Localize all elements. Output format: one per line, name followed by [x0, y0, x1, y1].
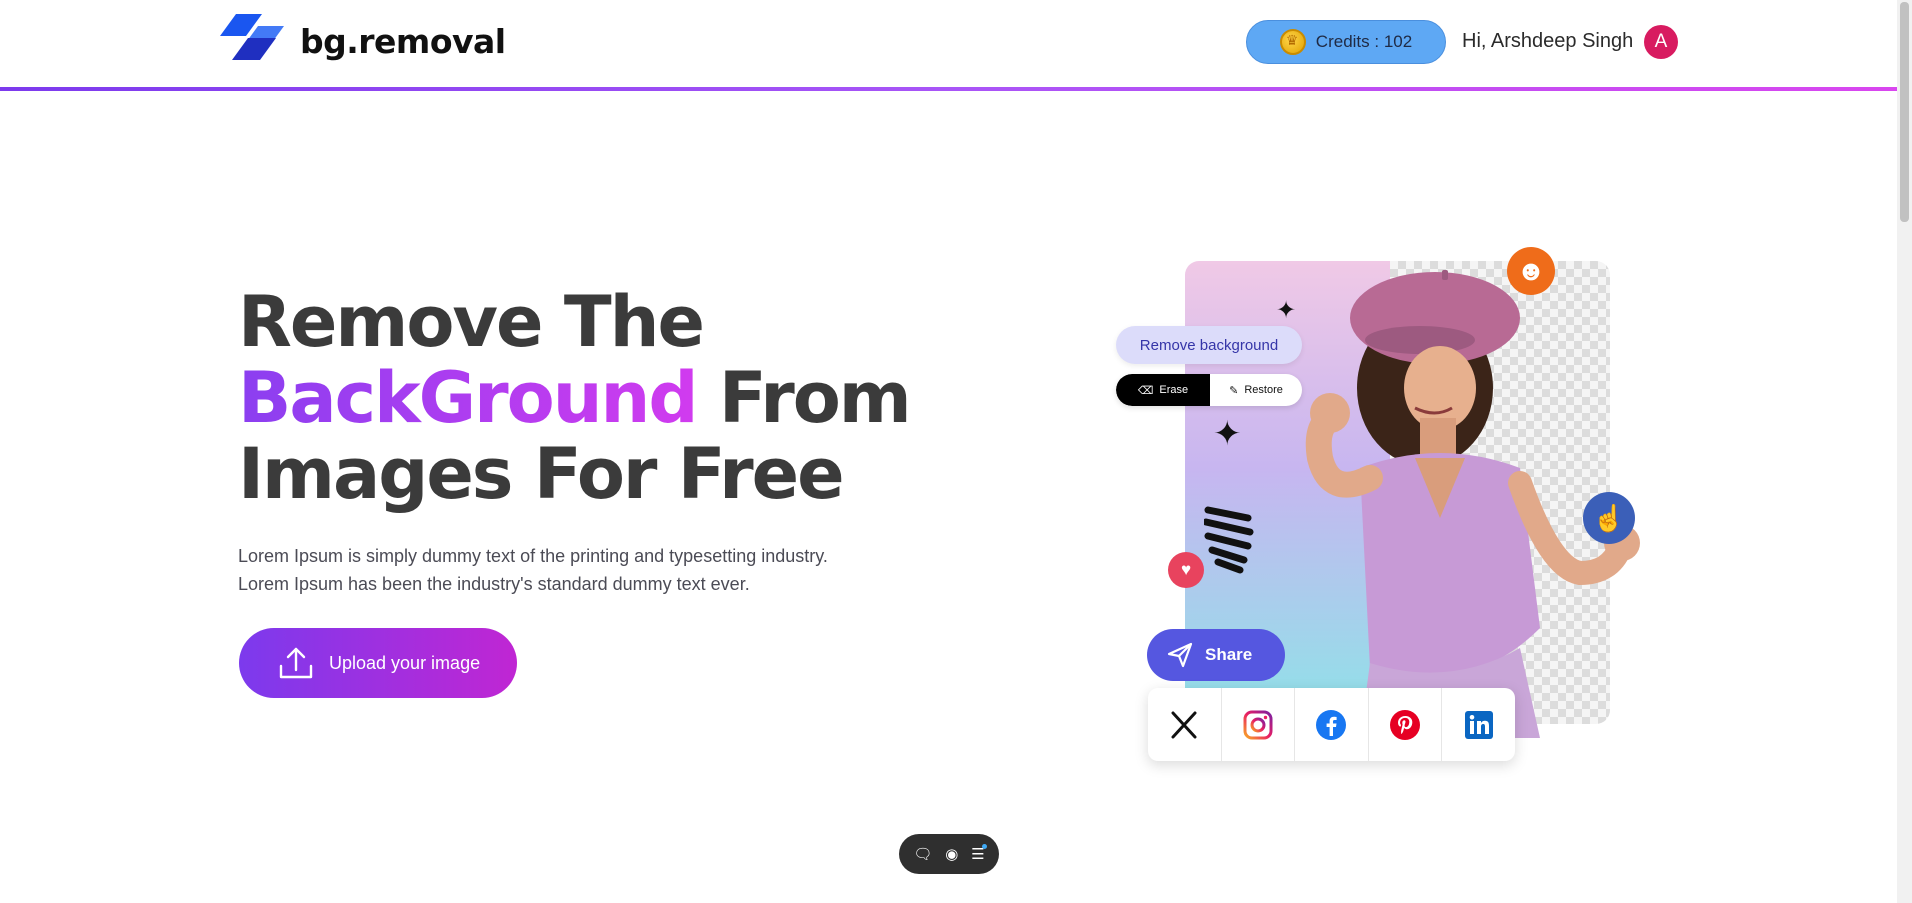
hero-description-line1: Lorem Ipsum is simply dummy text of the …: [238, 546, 828, 566]
avatar[interactable]: A: [1644, 25, 1678, 59]
social-share-bar: [1148, 688, 1515, 761]
linkedin-icon: [1464, 710, 1493, 739]
chat-icon[interactable]: 🗨: [913, 845, 932, 863]
instagram-icon: [1243, 710, 1273, 739]
upload-image-button[interactable]: Upload your image: [239, 628, 517, 698]
hero-title-line1: Remove The: [238, 281, 705, 363]
hand-pointer-icon: ☝: [1583, 492, 1635, 544]
brush-icon: ✎: [1229, 384, 1239, 397]
hero-description: Lorem Ipsum is simply dummy text of the …: [238, 542, 878, 598]
pinterest-icon: [1390, 709, 1421, 740]
floating-toolbar: 🗨 ◉ ☰: [899, 834, 999, 874]
brand-logo[interactable]: bg.removal: [218, 14, 506, 68]
credits-label: Credits : 102: [1315, 32, 1413, 51]
social-linkedin[interactable]: [1442, 688, 1515, 761]
share-label: Share: [1205, 645, 1253, 664]
erase-label: Erase: [1159, 384, 1189, 396]
upload-icon: [279, 647, 313, 679]
social-pinterest[interactable]: [1369, 688, 1443, 761]
heart-icon: ♥: [1168, 552, 1204, 588]
hero-title-line3: Images For Free: [238, 433, 845, 515]
share-badge: Share: [1147, 629, 1285, 681]
toggle-icon[interactable]: ◉: [945, 845, 958, 863]
brand-name: bg.removal: [300, 21, 506, 61]
logo-mark-icon: [220, 14, 284, 60]
menu-icon[interactable]: ☰: [971, 844, 988, 863]
hero-title-line2: From: [696, 357, 912, 439]
sparkle-icon: ✦: [1276, 297, 1297, 324]
scribble-decoration: [1204, 506, 1254, 574]
top-navbar: bg.removal Credits : 102 Hi, Arshdeep Si…: [0, 0, 1897, 88]
header-divider: [0, 87, 1897, 91]
facebook-icon: [1316, 709, 1347, 740]
eraser-icon: ⌫: [1137, 384, 1154, 397]
upload-button-label: Upload your image: [329, 652, 481, 673]
restore-label: Restore: [1244, 384, 1283, 396]
social-x[interactable]: [1148, 688, 1222, 761]
send-icon: [1167, 642, 1193, 668]
erase-option: ⌫ Erase: [1116, 374, 1210, 406]
social-facebook[interactable]: [1295, 688, 1369, 761]
coin-icon: [1279, 29, 1306, 55]
sparkle-icon: ✦: [1213, 415, 1242, 453]
restore-option: ✎ Restore: [1210, 374, 1302, 406]
scrollbar-thumb[interactable]: [1900, 2, 1909, 222]
erase-restore-toggle: ⌫ Erase ✎ Restore: [1116, 374, 1302, 406]
credits-badge[interactable]: Credits : 102: [1246, 20, 1446, 64]
page-scrollbar[interactable]: [1897, 0, 1912, 903]
user-greeting: Hi, Arshdeep Singh: [1462, 30, 1634, 52]
smile-icon: ☻: [1507, 247, 1555, 295]
x-icon: [1171, 711, 1197, 738]
social-instagram[interactable]: [1222, 688, 1296, 761]
remove-background-pill: Remove background: [1116, 326, 1302, 364]
hero-title-highlight: BackGround: [238, 357, 698, 439]
hero-title: Remove The BackGround From Images For Fr…: [238, 281, 912, 515]
hero-description-line2: Lorem Ipsum has been the industry's stan…: [238, 574, 750, 594]
